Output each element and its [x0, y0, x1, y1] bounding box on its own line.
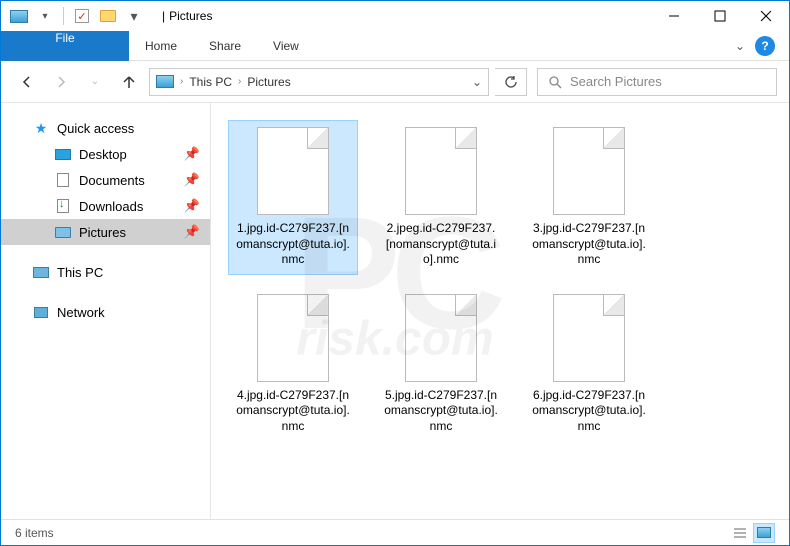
sidebar-item-downloads[interactable]: Downloads 📌: [1, 193, 210, 219]
sidebar-this-pc[interactable]: This PC: [1, 259, 210, 285]
explorer-icon[interactable]: [7, 5, 31, 27]
separator: [63, 7, 64, 25]
file-list[interactable]: 1.jpg.id-C279F237.[nomanscrypt@tuta.io].…: [211, 103, 789, 519]
file-item[interactable]: 4.jpg.id-C279F237.[nomanscrypt@tuta.io].…: [229, 288, 357, 441]
file-name: 6.jpg.id-C279F237.[nomanscrypt@tuta.io].…: [531, 388, 647, 435]
file-icon: [405, 127, 477, 215]
file-icon: [405, 294, 477, 382]
new-folder-button[interactable]: [96, 5, 120, 27]
tab-share[interactable]: Share: [193, 31, 257, 61]
file-icon: [553, 294, 625, 382]
maximize-button[interactable]: [697, 1, 743, 31]
back-button[interactable]: [13, 68, 41, 96]
sidebar-item-pictures[interactable]: Pictures 📌: [1, 219, 210, 245]
chevron-right-icon[interactable]: ›: [180, 76, 183, 87]
sidebar-item-label: Documents: [79, 173, 145, 188]
qat-dropdown-icon[interactable]: ▾: [33, 5, 57, 27]
refresh-button[interactable]: [495, 68, 527, 96]
body: ★ Quick access Desktop 📌 Documents 📌 Dow…: [1, 103, 789, 519]
file-item[interactable]: 3.jpg.id-C279F237.[nomanscrypt@tuta.io].…: [525, 121, 653, 274]
address-dropdown-icon[interactable]: ⌄: [472, 75, 482, 89]
window-controls: [651, 1, 789, 31]
tab-file[interactable]: File: [1, 31, 129, 61]
thumbnails-view-button[interactable]: [753, 523, 775, 543]
address-row: ⌄ › This PC › Pictures ⌄ Search Pictures: [1, 61, 789, 103]
sidebar-item-label: Quick access: [57, 121, 134, 136]
search-icon: [548, 75, 562, 89]
breadcrumb-this-pc[interactable]: This PC: [189, 75, 232, 89]
sidebar-item-label: Network: [57, 305, 105, 320]
quick-access-toolbar: ▾ ✓ ▾: [1, 5, 146, 27]
file-item[interactable]: 6.jpg.id-C279F237.[nomanscrypt@tuta.io].…: [525, 288, 653, 441]
window-title: | Pictures: [162, 9, 212, 23]
tab-view[interactable]: View: [257, 31, 315, 61]
file-item[interactable]: 1.jpg.id-C279F237.[nomanscrypt@tuta.io].…: [229, 121, 357, 274]
details-view-button[interactable]: [729, 523, 751, 543]
sidebar-item-documents[interactable]: Documents 📌: [1, 167, 210, 193]
sidebar-item-label: Desktop: [79, 147, 127, 162]
pc-icon: [33, 267, 49, 278]
pictures-icon: [55, 227, 71, 238]
sidebar-item-label: This PC: [57, 265, 103, 280]
file-name: 5.jpg.id-C279F237.[nomanscrypt@tuta.io].…: [383, 388, 499, 435]
up-button[interactable]: [115, 68, 143, 96]
ribbon-expand-icon[interactable]: ⌄: [735, 39, 745, 53]
item-count: 6 items: [15, 526, 54, 540]
star-icon: ★: [33, 120, 49, 136]
pin-icon: 📌: [184, 172, 200, 188]
properties-button[interactable]: ✓: [70, 5, 94, 27]
document-icon: [57, 173, 69, 187]
file-name: 4.jpg.id-C279F237.[nomanscrypt@tuta.io].…: [235, 388, 351, 435]
file-item[interactable]: 5.jpg.id-C279F237.[nomanscrypt@tuta.io].…: [377, 288, 505, 441]
sidebar-quick-access[interactable]: ★ Quick access: [1, 115, 210, 141]
pin-icon: 📌: [184, 224, 200, 240]
file-icon: [257, 294, 329, 382]
file-icon: [257, 127, 329, 215]
status-bar: 6 items: [1, 519, 789, 545]
forward-button[interactable]: [47, 68, 75, 96]
file-item[interactable]: 2.jpeg.id-C279F237.[nomanscrypt@tuta.io]…: [377, 121, 505, 274]
file-name: 2.jpeg.id-C279F237.[nomanscrypt@tuta.io]…: [383, 221, 499, 268]
sidebar-item-label: Downloads: [79, 199, 143, 214]
desktop-icon: [55, 149, 71, 160]
sidebar-item-label: Pictures: [79, 225, 126, 240]
recent-dropdown-icon[interactable]: ⌄: [81, 68, 109, 96]
location-icon: [156, 75, 174, 88]
ribbon: File Home Share View ⌄ ?: [1, 31, 789, 61]
explorer-window: ▾ ✓ ▾ | Pictures File Home Share View ⌄ …: [0, 0, 790, 546]
sidebar-network[interactable]: Network: [1, 299, 210, 325]
chevron-right-icon[interactable]: ›: [238, 76, 241, 87]
tab-home[interactable]: Home: [129, 31, 193, 61]
pin-icon: 📌: [184, 198, 200, 214]
file-name: 3.jpg.id-C279F237.[nomanscrypt@tuta.io].…: [531, 221, 647, 268]
pin-icon: 📌: [184, 146, 200, 162]
help-icon[interactable]: ?: [755, 36, 775, 56]
navigation-pane: ★ Quick access Desktop 📌 Documents 📌 Dow…: [1, 103, 211, 519]
close-button[interactable]: [743, 1, 789, 31]
file-name: 1.jpg.id-C279F237.[nomanscrypt@tuta.io].…: [235, 221, 351, 268]
titlebar: ▾ ✓ ▾ | Pictures: [1, 1, 789, 31]
network-icon: [34, 307, 48, 318]
downloads-icon: [57, 199, 69, 213]
search-input[interactable]: Search Pictures: [537, 68, 777, 96]
minimize-button[interactable]: [651, 1, 697, 31]
qat-customize-icon[interactable]: ▾: [122, 5, 146, 27]
file-icon: [553, 127, 625, 215]
search-placeholder: Search Pictures: [570, 74, 662, 89]
breadcrumb-folder[interactable]: Pictures: [247, 75, 290, 89]
sidebar-item-desktop[interactable]: Desktop 📌: [1, 141, 210, 167]
address-bar[interactable]: › This PC › Pictures ⌄: [149, 68, 489, 96]
